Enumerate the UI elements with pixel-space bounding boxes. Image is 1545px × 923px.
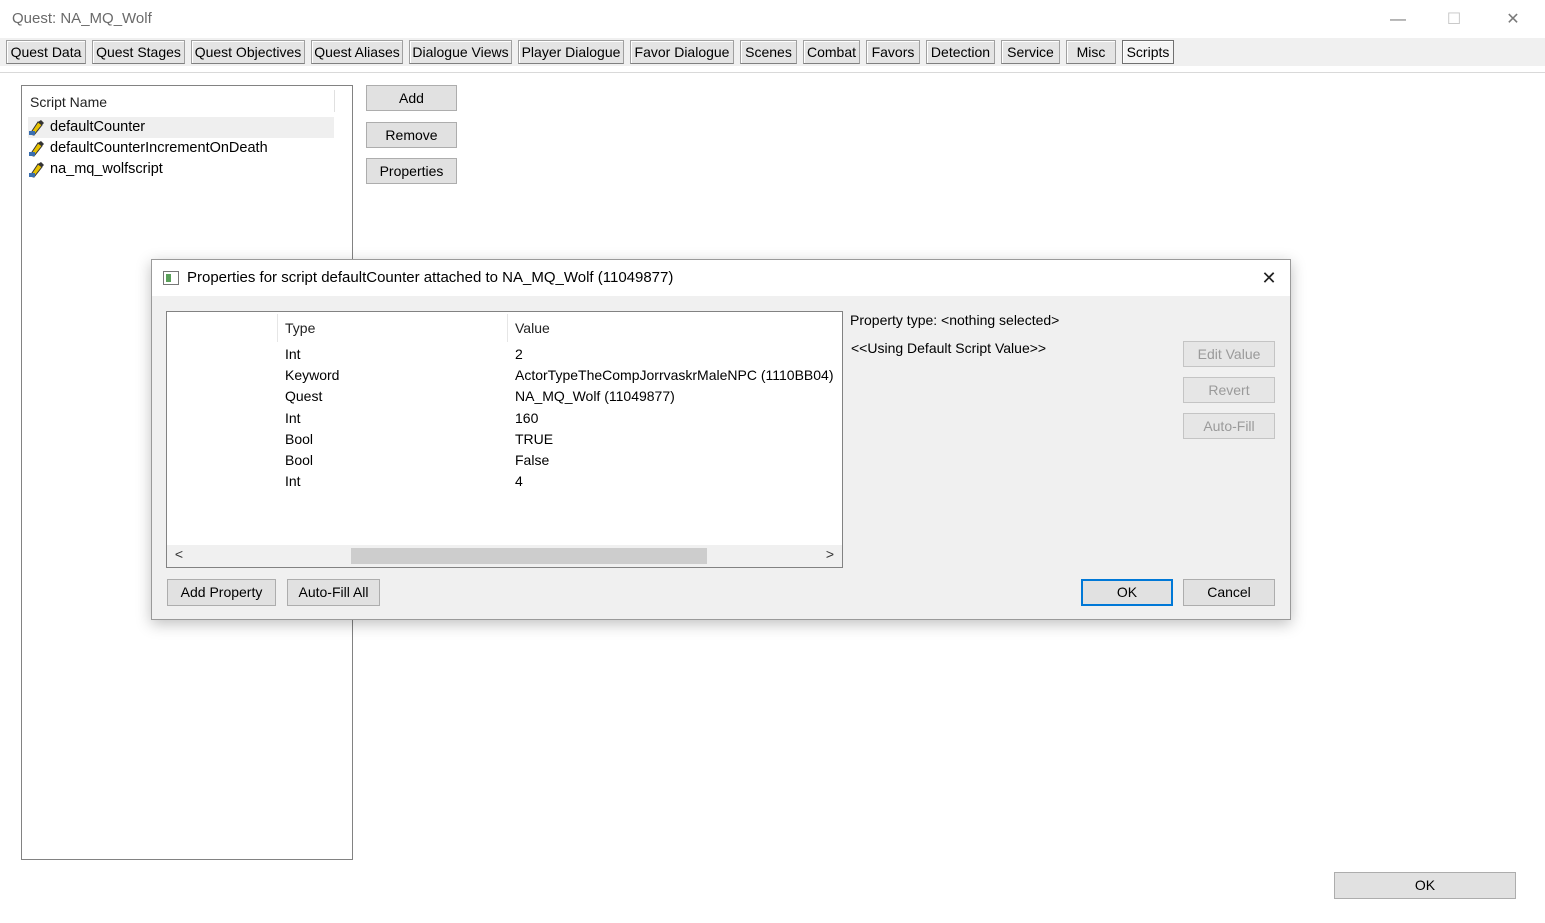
column-divider: [334, 90, 335, 112]
script-icon: [29, 162, 44, 178]
property-type[interactable]: Int: [285, 346, 301, 362]
property-type[interactable]: Keyword: [285, 367, 339, 383]
property-type[interactable]: Int: [285, 473, 301, 489]
property-type[interactable]: Quest: [285, 388, 322, 404]
dialog-window-icon-mark: [166, 274, 171, 282]
column-divider: [507, 314, 508, 342]
script-item-label: defaultCounter: [50, 119, 146, 135]
scroll-right-icon[interactable]: >: [822, 546, 838, 566]
tab-quest-aliases[interactable]: Quest Aliases: [311, 40, 403, 64]
dialog-title: Properties for script defaultCounter att…: [187, 269, 674, 286]
tab-dialogue-views[interactable]: Dialogue Views: [409, 40, 512, 64]
tab-quest-stages[interactable]: Quest Stages: [92, 40, 185, 64]
script-item-label: defaultCounterIncrementOnDeath: [50, 140, 268, 156]
add-script-button[interactable]: Add: [366, 85, 457, 111]
ok-button[interactable]: OK: [1081, 579, 1173, 606]
dialog-window-icon: [163, 271, 179, 285]
tab-combat[interactable]: Combat: [803, 40, 860, 64]
add-property-button[interactable]: Add Property: [167, 579, 276, 606]
tab-scenes[interactable]: Scenes: [740, 40, 797, 64]
script-item[interactable]: defaultCounterIncrementOnDeath: [28, 138, 334, 159]
auto-fill-button[interactable]: Auto-Fill: [1183, 413, 1275, 439]
tab-strip: Quest Data Quest Stages Quest Objectives…: [0, 38, 1545, 66]
maximize-icon[interactable]: ☐: [1431, 6, 1477, 34]
property-value[interactable]: 4: [515, 473, 523, 489]
tab-favor-dialogue[interactable]: Favor Dialogue: [630, 40, 734, 64]
remove-script-button[interactable]: Remove: [366, 122, 457, 148]
script-properties-dialog: Properties for script defaultCounter att…: [151, 259, 1291, 620]
edit-value-button[interactable]: Edit Value: [1183, 341, 1275, 367]
title-bar[interactable]: Quest: NA_MQ_Wolf — ☐ ✕: [0, 0, 1545, 38]
script-item-label: na_mq_wolfscript: [50, 161, 163, 177]
tab-service[interactable]: Service: [1001, 40, 1060, 64]
script-properties-button[interactable]: Properties: [366, 158, 457, 184]
background-strip: [0, 913, 1545, 923]
tab-quest-data[interactable]: Quest Data: [6, 40, 86, 64]
auto-fill-all-button[interactable]: Auto-Fill All: [287, 579, 380, 606]
dialog-title-bar[interactable]: Properties for script defaultCounter att…: [152, 260, 1290, 296]
property-type-label: Property type: <nothing selected>: [850, 312, 1060, 328]
horizontal-scrollbar[interactable]: < >: [167, 545, 842, 567]
property-value[interactable]: TRUE: [515, 431, 553, 447]
column-divider: [277, 314, 278, 342]
scrollbar-thumb[interactable]: [351, 548, 707, 564]
property-list[interactable]: Type Value Int 2 Keyword ActorTypeTheCom…: [166, 311, 843, 568]
close-icon[interactable]: ✕: [1252, 264, 1286, 292]
property-value[interactable]: ActorTypeTheCompJorrvaskrMaleNPC (1110BB…: [515, 367, 834, 383]
type-column-header[interactable]: Type: [285, 320, 315, 336]
tab-scripts[interactable]: Scripts: [1122, 40, 1174, 64]
minimize-icon[interactable]: —: [1375, 6, 1421, 34]
value-column-header[interactable]: Value: [515, 320, 550, 336]
tab-favors[interactable]: Favors: [866, 40, 920, 64]
script-item[interactable]: na_mq_wolfscript: [28, 159, 334, 180]
property-value[interactable]: NA_MQ_Wolf (11049877): [515, 388, 675, 404]
property-type[interactable]: Bool: [285, 431, 313, 447]
tab-misc[interactable]: Misc: [1066, 40, 1116, 64]
revert-button[interactable]: Revert: [1183, 377, 1275, 403]
tab-detection[interactable]: Detection: [926, 40, 995, 64]
script-name-column-header[interactable]: Script Name: [30, 94, 107, 110]
property-value[interactable]: False: [515, 452, 549, 468]
default-value-label: <<Using Default Script Value>>: [851, 340, 1047, 356]
property-value[interactable]: 2: [515, 346, 523, 362]
close-icon[interactable]: ✕: [1490, 6, 1536, 34]
property-type[interactable]: Bool: [285, 452, 313, 468]
script-item[interactable]: defaultCounter: [28, 117, 334, 138]
main-ok-button[interactable]: OK: [1334, 872, 1516, 899]
window-title: Quest: NA_MQ_Wolf: [12, 10, 152, 27]
tab-quest-objectives[interactable]: Quest Objectives: [191, 40, 305, 64]
script-icon: [29, 120, 44, 136]
scroll-left-icon[interactable]: <: [171, 546, 187, 566]
cancel-button[interactable]: Cancel: [1183, 579, 1275, 606]
property-type[interactable]: Int: [285, 410, 301, 426]
tab-player-dialogue[interactable]: Player Dialogue: [518, 40, 624, 64]
script-icon: [29, 141, 44, 157]
property-value[interactable]: 160: [515, 410, 538, 426]
tab-divider: [0, 72, 1545, 73]
